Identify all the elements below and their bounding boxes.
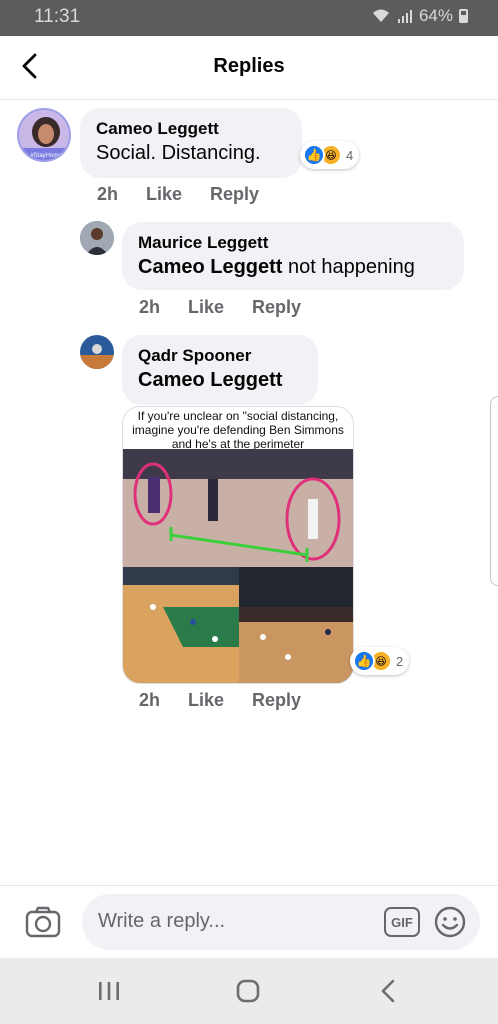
avatar-badge: #StayHome [30, 153, 62, 159]
basketball-meme-graphic [123, 449, 353, 683]
comment-meta: 2h Like Reply [97, 184, 259, 205]
reply-input[interactable]: Write a reply... GIF [82, 894, 480, 950]
comment-image[interactable]: If you're unclear on "social distancing,… [122, 406, 354, 684]
home-button[interactable] [232, 976, 264, 1006]
avatar-photo [80, 221, 114, 255]
status-time: 11:31 [34, 6, 81, 27]
reply-composer: Write a reply... GIF [0, 885, 498, 957]
avatar[interactable] [80, 335, 114, 369]
recent-apps-icon [99, 982, 119, 1000]
reaction-summary[interactable]: 👍 😆 2 [350, 647, 410, 675]
status-indicators: 64% [371, 6, 468, 26]
nav-back-icon [381, 979, 395, 1003]
comment-body: not happening [282, 256, 415, 278]
comment-bubble[interactable]: Maurice Leggett Cameo Leggett not happen… [122, 222, 464, 290]
battery-icon [459, 9, 468, 23]
comment-author[interactable]: Qadr Spooner [138, 345, 302, 367]
page-title: Replies [213, 55, 285, 77]
reply-link[interactable]: Reply [210, 184, 259, 205]
avatar-photo: #StayHome [19, 110, 69, 160]
gif-button[interactable]: GIF [384, 907, 420, 937]
battery-percent: 64% [418, 6, 453, 25]
wifi-icon [372, 9, 389, 22]
avatar[interactable]: #StayHome [17, 108, 71, 162]
signal-icon [397, 10, 412, 23]
reaction-count: 4 [346, 147, 354, 163]
like-link[interactable]: Like [188, 297, 252, 318]
nav-back-button[interactable] [372, 976, 404, 1006]
comment-author[interactable]: Maurice Leggett [138, 232, 448, 254]
camera-button[interactable] [24, 904, 62, 940]
comment-text: Cameo Leggett [138, 367, 302, 393]
comment-author[interactable]: Cameo Leggett [96, 118, 286, 140]
reaction-summary[interactable]: 👍 😆 4 [300, 141, 360, 169]
gif-icon: GIF [391, 914, 413, 930]
reaction-count: 2 [396, 653, 404, 669]
like-reaction-icon: 👍 [303, 144, 325, 166]
status-bar: 11:31 64% [0, 0, 498, 36]
comment-bubble[interactable]: Qadr Spooner Cameo Leggett [122, 335, 318, 405]
like-reaction-icon: 👍 [353, 650, 375, 672]
like-link[interactable]: Like [188, 690, 252, 711]
comment-meta: 2h Like Reply [139, 690, 301, 711]
mention-link[interactable]: Cameo Leggett [138, 369, 282, 391]
comment-text: Cameo Leggett not happening [138, 254, 448, 280]
comment-meta: 2h Like Reply [139, 297, 301, 318]
avatar[interactable] [80, 221, 114, 255]
reply-link[interactable]: Reply [252, 690, 301, 711]
camera-icon [25, 906, 61, 938]
like-link[interactable]: Like [146, 184, 210, 205]
reply-link[interactable]: Reply [252, 297, 301, 318]
home-icon [236, 979, 260, 1003]
comment-bubble[interactable]: Cameo Leggett Social. Distancing. [80, 108, 302, 178]
system-nav-bar [0, 958, 498, 1024]
emoji-button[interactable] [434, 906, 466, 938]
comment-time[interactable]: 2h [139, 297, 188, 318]
scroll-indicator[interactable] [490, 396, 498, 586]
comment-time[interactable]: 2h [139, 690, 188, 711]
reply-placeholder: Write a reply... [98, 910, 226, 932]
mention-link[interactable]: Cameo Leggett [138, 256, 282, 278]
comment-time[interactable]: 2h [97, 184, 146, 205]
avatar-photo [80, 335, 114, 369]
header: Replies [0, 36, 498, 100]
recent-apps-button[interactable] [93, 976, 125, 1006]
comment-text: Social. Distancing. [96, 142, 261, 164]
emoji-icon [434, 906, 466, 938]
